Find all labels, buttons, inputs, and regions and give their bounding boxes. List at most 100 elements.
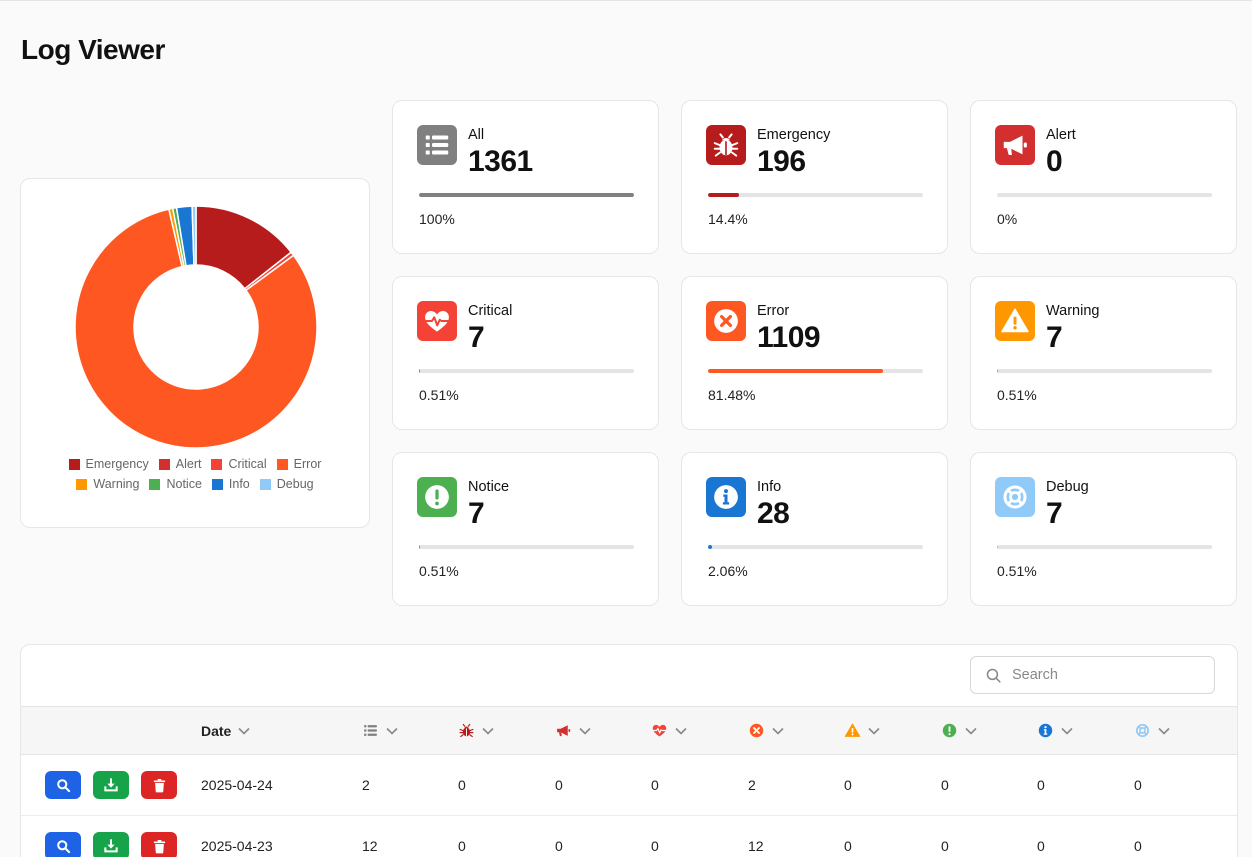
- stat-card-critical[interactable]: Critical 7 0.51%: [392, 276, 659, 430]
- stat-card-debug[interactable]: Debug 7 0.51%: [970, 452, 1237, 606]
- row-count-debug: 0: [1134, 838, 1142, 854]
- life-ring-icon: [1134, 722, 1151, 739]
- download-button[interactable]: [93, 771, 129, 799]
- row-count-info: 0: [1037, 838, 1045, 854]
- legend-label: Warning: [93, 477, 140, 491]
- info-circle-icon: [1037, 722, 1054, 739]
- info-circle-icon: [706, 477, 746, 517]
- stat-card-emergency[interactable]: Emergency 196 14.4%: [681, 100, 948, 254]
- legend-item-alert[interactable]: Alert: [158, 457, 201, 471]
- stat-percent: 81.48%: [708, 387, 756, 403]
- chevron-down-icon: [772, 727, 784, 735]
- search-input[interactable]: [1012, 667, 1202, 683]
- logs-table-card: Date 2025-04-24 2 0 0 0 2 0 0 0 0 2025-04-23 12 0 0 0 1…: [20, 644, 1238, 857]
- legend-label: Notice: [166, 477, 202, 491]
- bug-icon: [458, 722, 475, 739]
- row-count-error: 12: [748, 838, 764, 854]
- legend-item-info[interactable]: Info: [211, 477, 250, 491]
- date-column-header[interactable]: Date: [201, 707, 250, 754]
- row-count-critical: 0: [651, 838, 659, 854]
- column-header-debug[interactable]: [1134, 707, 1170, 754]
- stat-progress-bar: [997, 545, 1212, 549]
- chevron-down-icon: [482, 727, 494, 735]
- row-count-alert: 0: [555, 838, 563, 854]
- stat-card-warning[interactable]: Warning 7 0.51%: [970, 276, 1237, 430]
- column-header-error[interactable]: [748, 707, 784, 754]
- page-title: Log Viewer: [21, 34, 165, 65]
- search-icon: [56, 839, 70, 853]
- legend-label: Debug: [276, 477, 314, 491]
- heartbeat-icon: [651, 722, 668, 739]
- stat-label: Alert: [1046, 127, 1076, 143]
- column-header-alert[interactable]: [555, 707, 591, 754]
- row-count-emergency: 0: [458, 838, 466, 854]
- legend-label: Critical: [228, 457, 267, 471]
- column-header-warning[interactable]: [844, 707, 880, 754]
- legend-label: Error: [293, 457, 322, 471]
- chevron-down-icon: [386, 727, 398, 735]
- legend-item-error[interactable]: Error: [276, 457, 322, 471]
- stat-progress-bar: [419, 193, 634, 197]
- stat-progress-fill: [997, 545, 999, 549]
- stat-progress-bar: [997, 369, 1212, 373]
- legend-item-notice[interactable]: Notice: [149, 477, 202, 491]
- stat-percent: 0.51%: [997, 563, 1037, 579]
- stat-count: 7: [1046, 321, 1063, 354]
- legend-swatch: [211, 458, 223, 470]
- view-button[interactable]: [45, 771, 81, 799]
- level-chart-card: Emergency Alert Critical Error Warning Notice…: [20, 178, 370, 528]
- search-icon: [56, 778, 70, 792]
- stat-card-error[interactable]: Error 1109 81.48%: [681, 276, 948, 430]
- row-count-all: 2: [362, 777, 370, 793]
- delete-button[interactable]: [141, 832, 177, 857]
- legend-label: Info: [228, 477, 250, 491]
- warning-icon: [844, 722, 861, 739]
- legend-item-warning[interactable]: Warning: [76, 477, 139, 491]
- stat-progress-fill: [708, 193, 739, 197]
- column-header-info[interactable]: [1037, 707, 1073, 754]
- legend-swatch: [158, 458, 170, 470]
- stat-label: Debug: [1046, 479, 1089, 495]
- stat-label: Emergency: [757, 127, 831, 143]
- stat-card-notice[interactable]: Notice 7 0.51%: [392, 452, 659, 606]
- bullhorn-icon: [555, 722, 572, 739]
- column-header-all[interactable]: [362, 707, 398, 754]
- delete-button[interactable]: [141, 771, 177, 799]
- stat-count: 1109: [757, 321, 821, 354]
- chevron-down-icon: [965, 727, 977, 735]
- legend-item-critical[interactable]: Critical: [211, 457, 267, 471]
- stat-count: 28: [757, 497, 790, 530]
- stat-progress-fill: [708, 545, 713, 549]
- search-icon: [986, 668, 1001, 683]
- stat-card-all[interactable]: All 1361 100%: [392, 100, 659, 254]
- column-header-critical[interactable]: [651, 707, 687, 754]
- legend-swatch: [276, 458, 288, 470]
- stat-percent: 14.4%: [708, 211, 748, 227]
- bullhorn-icon: [995, 125, 1035, 165]
- times-circle-icon: [748, 722, 765, 739]
- table-row: 2025-04-23 12 0 0 0 12 0 0 0 0: [21, 816, 1237, 857]
- stat-percent: 0%: [997, 211, 1018, 227]
- stat-progress-fill: [419, 193, 634, 197]
- stat-card-info[interactable]: Info 28 2.06%: [681, 452, 948, 606]
- column-header-emergency[interactable]: [458, 707, 494, 754]
- row-count-emergency: 0: [458, 777, 466, 793]
- exclamation-circle-icon: [417, 477, 457, 517]
- search-box[interactable]: [970, 656, 1215, 694]
- column-header-notice[interactable]: [941, 707, 977, 754]
- legend-swatch: [211, 478, 223, 490]
- stat-progress-bar: [708, 193, 923, 197]
- row-count-notice: 0: [941, 777, 949, 793]
- row-count-warning: 0: [844, 777, 852, 793]
- table-header: Date: [21, 706, 1237, 755]
- download-button[interactable]: [93, 832, 129, 857]
- legend-item-debug[interactable]: Debug: [259, 477, 314, 491]
- stat-card-alert[interactable]: Alert 0 0%: [970, 100, 1237, 254]
- legend-swatch: [149, 478, 161, 490]
- stat-label: Warning: [1046, 303, 1100, 319]
- view-button[interactable]: [45, 832, 81, 857]
- stat-count: 7: [468, 321, 485, 354]
- row-count-error: 2: [748, 777, 756, 793]
- stat-percent: 0.51%: [419, 387, 459, 403]
- legend-item-emergency[interactable]: Emergency: [68, 457, 149, 471]
